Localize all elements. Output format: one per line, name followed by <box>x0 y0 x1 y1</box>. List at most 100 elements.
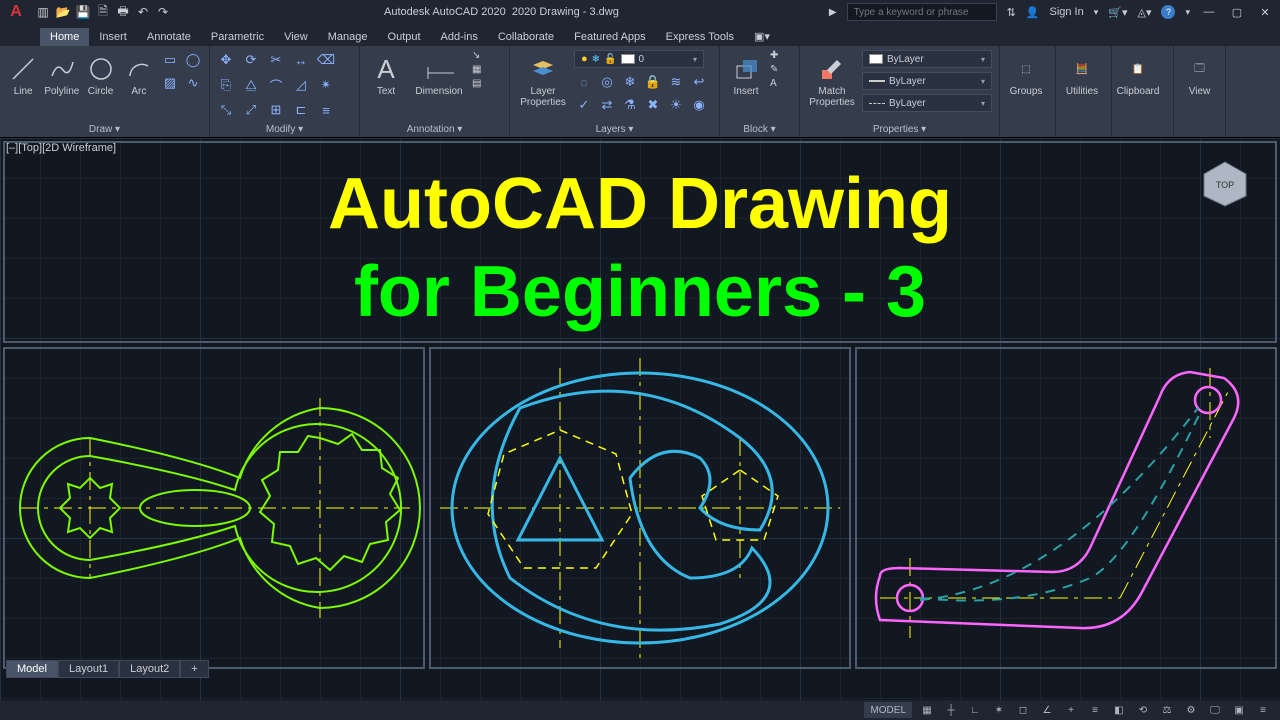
tool-erase-icon[interactable]: ⌫ <box>316 50 336 70</box>
app-logo[interactable]: A <box>0 0 32 24</box>
close-button[interactable]: ✕ <box>1256 3 1274 21</box>
tool-chamfer-icon[interactable]: ◿ <box>291 75 311 95</box>
status-clean-icon[interactable]: ▣ <box>1230 702 1248 718</box>
layer-off-icon[interactable]: ◌ <box>574 72 594 92</box>
tool-groups[interactable]: ⬚Groups <box>1006 50 1046 97</box>
layer-mrg-icon[interactable]: ⚗ <box>620 95 640 115</box>
tool-leader-icon[interactable]: ↘ <box>472 50 481 61</box>
tool-trim-icon[interactable]: ✂ <box>266 50 286 70</box>
tool-hatch-icon[interactable]: ▨ <box>160 73 180 93</box>
panel-title-annotation[interactable]: Annotation ▾ <box>366 123 503 135</box>
tool-polyline[interactable]: Polyline <box>44 50 79 97</box>
status-otrack-icon[interactable]: ∠ <box>1038 702 1056 718</box>
tab-collaborate[interactable]: Collaborate <box>488 28 564 46</box>
tool-ellipse-icon[interactable]: ◯ <box>183 50 203 70</box>
panel-title-block[interactable]: Block ▾ <box>726 123 793 135</box>
tab-annotate[interactable]: Annotate <box>137 28 201 46</box>
layer-lock2-icon[interactable]: 🔒 <box>643 72 663 92</box>
layer-on-icon[interactable]: ☀ <box>666 95 686 115</box>
tool-view[interactable]: 🗔View <box>1180 50 1219 97</box>
tab-overflow[interactable]: ▣▾ <box>744 27 780 46</box>
tab-parametric[interactable]: Parametric <box>201 28 274 46</box>
qat-undo-icon[interactable]: ↶ <box>136 5 150 19</box>
status-polar-icon[interactable]: ✶ <box>990 702 1008 718</box>
layout-tab-layout1[interactable]: Layout1 <box>58 660 119 678</box>
tool-match-properties[interactable]: Match Properties <box>806 50 858 108</box>
qat-plot-icon[interactable]: 🖶 <box>116 5 130 19</box>
status-model-toggle[interactable]: MODEL <box>864 702 912 718</box>
maximize-button[interactable]: ▢ <box>1228 3 1246 21</box>
tool-scale-icon[interactable]: ⤢ <box>241 100 261 120</box>
tool-circle[interactable]: Circle <box>83 50 117 97</box>
status-grid-icon[interactable]: ▦ <box>918 702 936 718</box>
status-monitor-icon[interactable]: 🖵 <box>1206 702 1224 718</box>
linetype-dropdown[interactable]: ByLayer <box>862 94 992 112</box>
status-snap-icon[interactable]: ┼ <box>942 702 960 718</box>
tab-insert[interactable]: Insert <box>89 28 137 46</box>
tool-align-icon[interactable]: ≡ <box>316 100 336 120</box>
tool-fillet-icon[interactable]: ⌒ <box>266 75 286 95</box>
status-workspace-icon[interactable]: ⚙ <box>1182 702 1200 718</box>
tool-rectangle-icon[interactable]: ▭ <box>160 50 180 70</box>
autodesk-app-icon[interactable]: ◬▾ <box>1137 6 1151 19</box>
tab-view[interactable]: View <box>274 28 318 46</box>
tool-line[interactable]: Line <box>6 50 40 97</box>
tab-express-tools[interactable]: Express Tools <box>656 28 744 46</box>
tab-home[interactable]: Home <box>40 28 89 46</box>
tool-mirror-icon[interactable]: ⧋ <box>241 75 261 95</box>
tool-spline-icon[interactable]: ∿ <box>183 73 203 93</box>
qat-open-icon[interactable]: 📂 <box>56 5 70 19</box>
edit-block-icon[interactable]: ✎ <box>770 64 778 75</box>
status-dyn-icon[interactable]: + <box>1062 702 1080 718</box>
color-dropdown[interactable]: ByLayer <box>862 50 992 68</box>
status-lwt-icon[interactable]: ≡ <box>1086 702 1104 718</box>
tool-clipboard[interactable]: 📋Clipboard <box>1118 50 1158 97</box>
tool-insert-block[interactable]: Insert <box>726 50 766 97</box>
layer-del-icon[interactable]: ✖ <box>643 95 663 115</box>
status-ortho-icon[interactable]: ∟ <box>966 702 984 718</box>
layout-tab-model[interactable]: Model <box>6 660 58 678</box>
layer-iso-icon[interactable]: ◎ <box>597 72 617 92</box>
drawing-canvas[interactable]: [–][Top][2D Wireframe] AutoCAD Drawing f… <box>0 138 1280 700</box>
tool-rotate-icon[interactable]: ⟳ <box>241 50 261 70</box>
panel-title-modify[interactable]: Modify ▾ <box>216 123 353 135</box>
status-annoscale-icon[interactable]: ⚖ <box>1158 702 1176 718</box>
qat-saveas-icon[interactable]: 🗎 <box>96 5 110 19</box>
layout-tab-layout2[interactable]: Layout2 <box>119 660 180 678</box>
layer-match-icon[interactable]: ≋ <box>666 72 686 92</box>
minimize-button[interactable]: — <box>1200 3 1218 21</box>
cart-icon[interactable]: 🛒▾ <box>1108 6 1127 19</box>
tool-stretch-icon[interactable]: ⤡ <box>216 100 236 120</box>
tool-text[interactable]: A Text <box>366 50 406 97</box>
qat-save-icon[interactable]: 💾 <box>76 5 90 19</box>
tool-table-icon[interactable]: ▦ <box>472 64 481 75</box>
play-icon[interactable]: ▶ <box>829 7 837 18</box>
layer-uniso-icon[interactable]: ◉ <box>689 95 709 115</box>
help-icon[interactable]: ? <box>1161 5 1175 19</box>
status-transparency-icon[interactable]: ◧ <box>1110 702 1128 718</box>
tool-layer-properties[interactable]: Layer Properties <box>516 50 570 108</box>
panel-title-draw[interactable]: Draw ▾ <box>6 123 203 135</box>
status-cycling-icon[interactable]: ⟲ <box>1134 702 1152 718</box>
tool-offset-icon[interactable]: ⊏ <box>291 100 311 120</box>
tab-featured-apps[interactable]: Featured Apps <box>564 28 656 46</box>
panel-title-layers[interactable]: Layers ▾ <box>516 123 713 135</box>
layout-tab-add[interactable]: + <box>180 660 208 678</box>
tab-manage[interactable]: Manage <box>318 28 378 46</box>
qat-new-icon[interactable]: ▥ <box>36 5 50 19</box>
attr-block-icon[interactable]: A <box>770 78 778 89</box>
search-input[interactable]: Type a keyword or phrase <box>847 3 997 21</box>
qat-redo-icon[interactable]: ↷ <box>156 5 170 19</box>
create-block-icon[interactable]: ✚ <box>770 50 778 61</box>
status-osnap-icon[interactable]: ◻ <box>1014 702 1032 718</box>
tool-explode-icon[interactable]: ✴ <box>316 75 336 95</box>
layer-chg-icon[interactable]: ⇄ <box>597 95 617 115</box>
tool-array-icon[interactable]: ⊞ <box>266 100 286 120</box>
layer-frz-icon[interactable]: ❄ <box>620 72 640 92</box>
tab-output[interactable]: Output <box>378 28 431 46</box>
layer-dropdown[interactable]: ● ❄ 🔓 0 <box>574 50 704 68</box>
viewport-controls[interactable]: [–][Top][2D Wireframe] <box>6 142 116 154</box>
status-custom-icon[interactable]: ≡ <box>1254 702 1272 718</box>
lineweight-dropdown[interactable]: ByLayer <box>862 72 992 90</box>
tool-utilities[interactable]: 🧮Utilities <box>1062 50 1102 97</box>
